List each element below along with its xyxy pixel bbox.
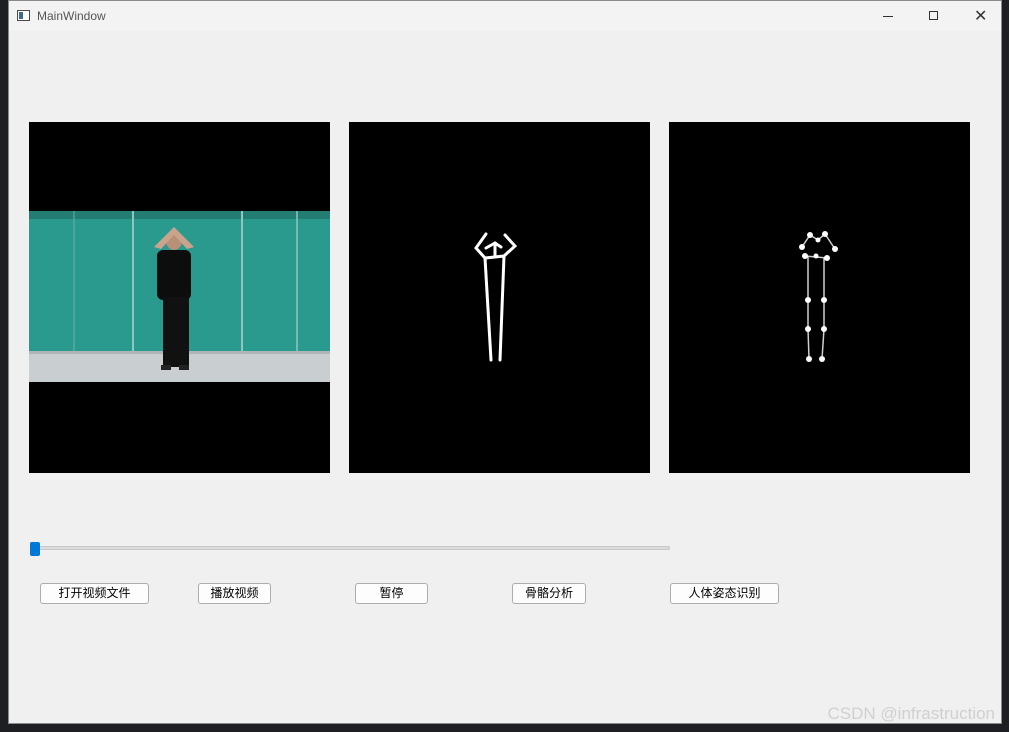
- watermark: CSDN @infrastruction: [827, 704, 995, 723]
- skeleton-lines-image: [474, 232, 518, 362]
- play-video-button[interactable]: 播放视频: [198, 583, 271, 604]
- maximize-icon: [929, 11, 938, 20]
- close-icon: ✕: [974, 6, 988, 25]
- maximize-button[interactable]: [911, 1, 957, 31]
- title-bar: MainWindow ✕: [9, 1, 1001, 31]
- video-progress-slider-handle[interactable]: [30, 542, 40, 556]
- pose-recognition-button[interactable]: 人体姿态识别: [670, 583, 779, 604]
- close-button[interactable]: ✕: [957, 1, 1003, 31]
- video-frame-image: [29, 122, 330, 473]
- pause-button[interactable]: 暂停: [355, 583, 428, 604]
- main-window: MainWindow ✕ 打开视频文件 播放视频 暂停 骨骼分析 人体姿态识别: [8, 0, 1002, 724]
- pose-keypoints-panel: [669, 122, 970, 473]
- pose-keypoints-image: [799, 231, 838, 362]
- video-progress-slider-track[interactable]: [30, 546, 670, 550]
- minimize-icon: [883, 16, 893, 17]
- minimize-button[interactable]: [865, 1, 911, 31]
- skeleton-panel: [349, 122, 650, 473]
- video-frame-panel: [29, 122, 330, 473]
- skeleton-analysis-button[interactable]: 骨骼分析: [512, 583, 586, 604]
- open-video-file-button[interactable]: 打开视频文件: [40, 583, 149, 604]
- app-window-icon: [17, 10, 30, 21]
- window-title: MainWindow: [37, 9, 106, 23]
